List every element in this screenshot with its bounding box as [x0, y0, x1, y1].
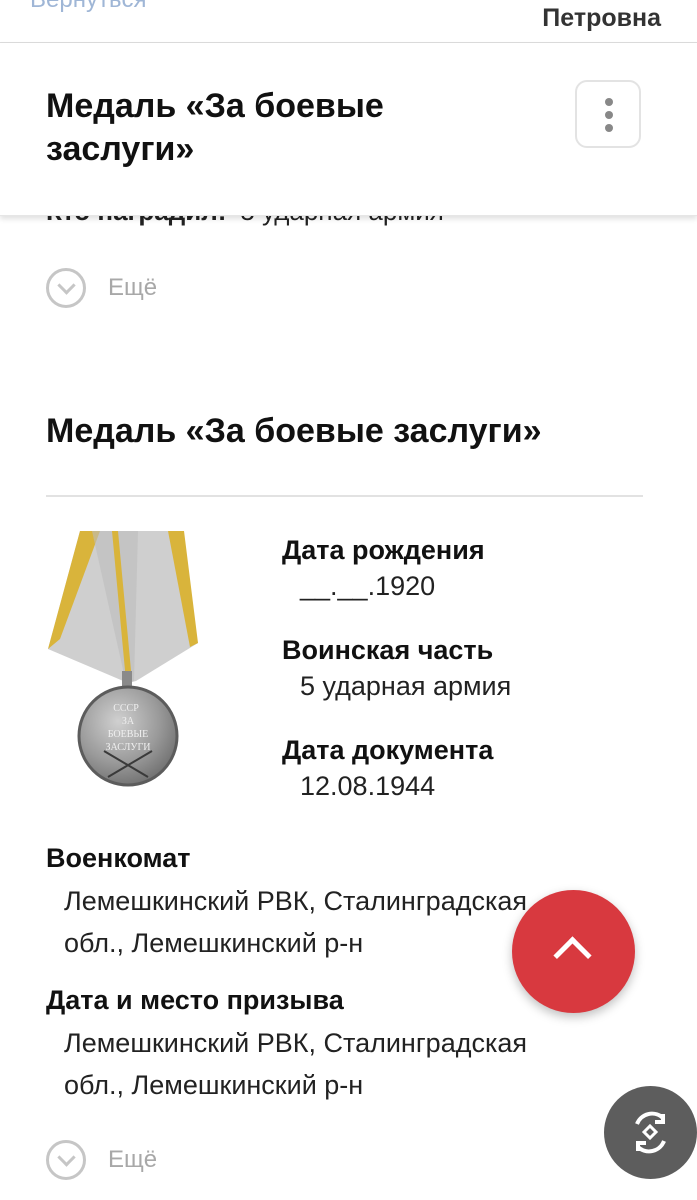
more-label: Ещё [108, 1146, 158, 1173]
medal-text-za: ЗА [122, 716, 135, 727]
medal-image: СССР ЗА БОЕВЫЕ ЗАСЛУГИ [48, 531, 198, 787]
previous-more-toggle[interactable]: Ещё [46, 268, 157, 308]
fact-label-birth: Дата рождения [282, 535, 485, 565]
back-link[interactable]: Вернуться [30, 0, 146, 14]
award-facts: Дата рождения __.__.1920 Воинская часть … [282, 535, 511, 835]
medal-ribbon [48, 531, 198, 683]
more-menu-button[interactable] [575, 80, 641, 148]
voenkomat-label: Военкомат [46, 843, 191, 873]
more-vertical-icon [605, 98, 613, 106]
scroll-to-top-button[interactable] [512, 890, 635, 1013]
top-bar: Вернуться Петровна [0, 0, 697, 43]
more-vertical-icon-dot [605, 124, 613, 132]
medal-text-sssr: СССР [113, 703, 139, 714]
more-label: Ещё [108, 274, 158, 301]
google-lens-button[interactable] [604, 1086, 697, 1179]
medal-text-boevye: БОЕВЫЕ [108, 729, 149, 740]
sticky-title: Медаль «За боевые заслуги» [46, 87, 384, 168]
divider [46, 495, 643, 497]
sticky-header: Медаль «За боевые заслуги» [0, 43, 697, 216]
award-title: Медаль «За боевые заслуги» [46, 412, 542, 450]
voenkomat-value: Лемешкинский РВК, Сталинградская обл., Л… [64, 886, 528, 958]
prizyv-value: Лемешкинский РВК, Сталинградская обл., Л… [64, 1028, 528, 1100]
fact-value-unit: 5 ударная армия [300, 671, 512, 701]
more-vertical-icon-dot [605, 111, 613, 119]
fact-value-birth: __.__.1920 [300, 571, 436, 601]
award-more-toggle[interactable]: Ещё [46, 1140, 157, 1180]
person-name: Петровна [542, 4, 661, 32]
chevron-down-circle-icon [46, 1140, 86, 1180]
fact-value-doc-date: 12.08.1944 [300, 771, 436, 801]
chevron-down-circle-icon [46, 268, 86, 308]
fact-label-unit: Воинская часть [282, 635, 494, 665]
medal-text-zaslugi: ЗАСЛУГИ [105, 742, 150, 753]
prizyv-label: Дата и место призыва [46, 985, 344, 1015]
fact-label-doc-date: Дата документа [282, 735, 494, 765]
google-lens-icon [635, 1111, 666, 1154]
